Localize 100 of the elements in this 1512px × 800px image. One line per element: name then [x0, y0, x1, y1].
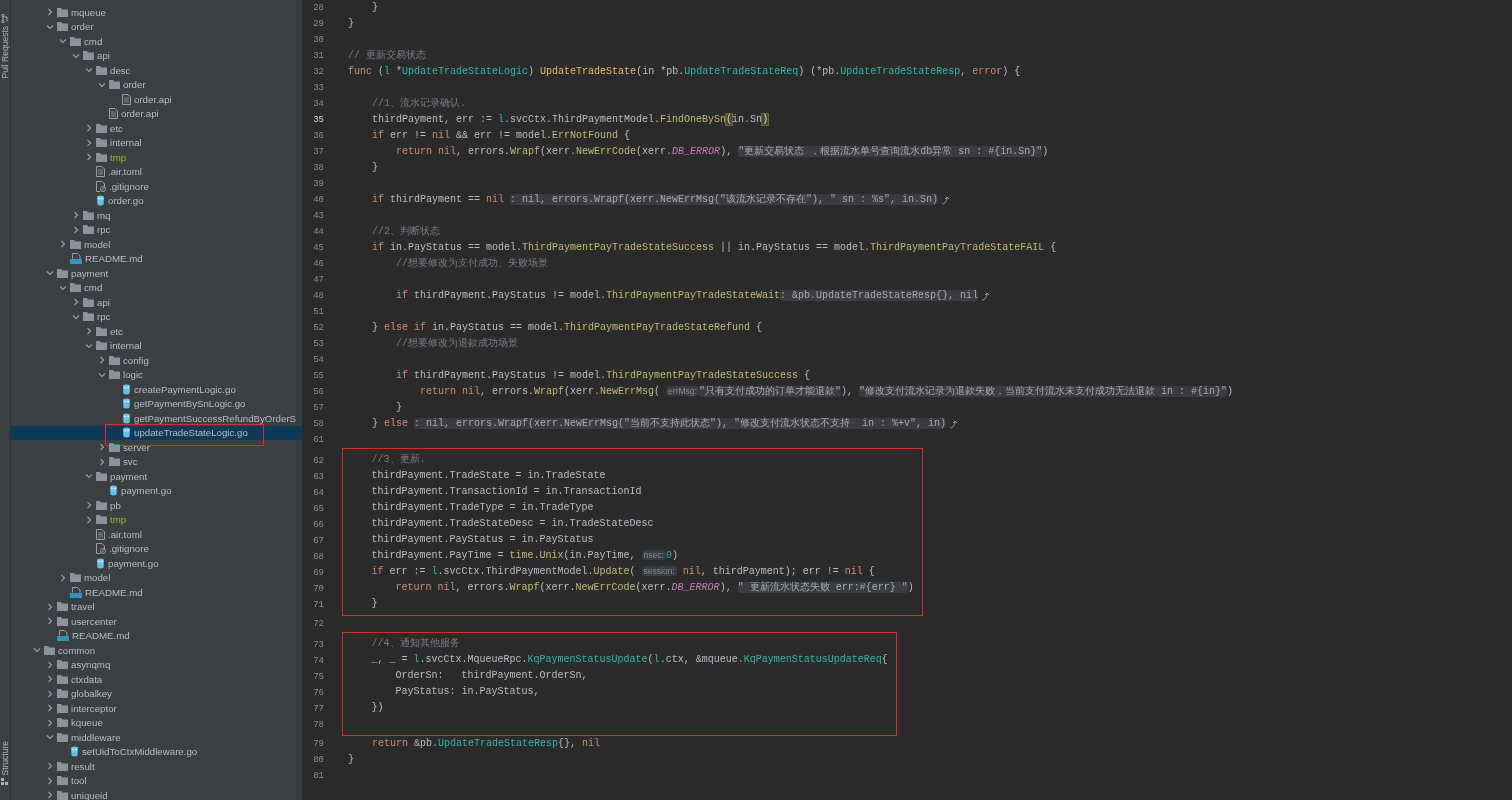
chevron-icon[interactable]: [97, 442, 107, 453]
folder-icon: [96, 341, 107, 351]
tree-item[interactable]: model: [11, 570, 302, 585]
tree-item[interactable]: .gitignore: [11, 179, 302, 194]
chevron-icon[interactable]: [84, 152, 94, 163]
folder-icon: [57, 718, 68, 728]
tree-item[interactable]: rpc: [11, 222, 302, 237]
chevron-icon[interactable]: [45, 790, 55, 800]
tree-item[interactable]: svc: [11, 454, 302, 469]
file-icon: [122, 427, 131, 439]
tool-window-tab[interactable]: Pull Requests: [0, 26, 10, 79]
tree-item[interactable]: server: [11, 440, 302, 455]
tree-item[interactable]: etc: [11, 121, 302, 136]
line-number: 30: [312, 34, 324, 47]
tree-item[interactable]: common: [11, 643, 302, 658]
chevron-icon[interactable]: [45, 717, 55, 728]
chevron-icon[interactable]: [84, 514, 94, 525]
tree-item[interactable]: .gitignore: [11, 541, 302, 556]
tree-item[interactable]: .air.toml: [11, 527, 302, 542]
tree-item[interactable]: api: [11, 295, 302, 310]
chevron-icon[interactable]: [84, 326, 94, 337]
tree-item[interactable]: model: [11, 237, 302, 252]
code-line: PayStatus: in.PayStatus,: [394, 685, 540, 699]
chevron-icon[interactable]: [71, 297, 81, 308]
tree-item[interactable]: mq: [11, 208, 302, 223]
tree-item[interactable]: payment: [11, 469, 302, 484]
chevron-icon[interactable]: [45, 674, 55, 685]
chevron-icon[interactable]: [45, 688, 55, 699]
tree-item[interactable]: README.md: [11, 251, 302, 266]
chevron-icon[interactable]: [97, 355, 107, 366]
chevron-icon[interactable]: [84, 137, 94, 148]
tree-item[interactable]: middleware: [11, 730, 302, 745]
tree-item[interactable]: getPaymentSuccessRefundByOrderS: [11, 411, 302, 426]
tree-item[interactable]: createPaymentLogic.go: [11, 382, 302, 397]
chevron-icon[interactable]: [58, 572, 68, 583]
tree-item[interactable]: order.api: [11, 106, 302, 121]
chevron-icon[interactable]: [45, 659, 55, 670]
tree-item[interactable]: uniqueid: [11, 788, 302, 800]
tree-item[interactable]: config: [11, 353, 302, 368]
tree-item[interactable]: order.go: [11, 193, 302, 208]
chevron-icon[interactable]: [84, 500, 94, 511]
chevron-icon[interactable]: [71, 210, 81, 221]
tree-item[interactable]: order: [11, 77, 302, 92]
tree-item[interactable]: globalkey: [11, 686, 302, 701]
tree-item[interactable]: internal: [11, 135, 302, 150]
folder-icon: [57, 790, 68, 800]
code-line: thirdPayment.TradeType = in.TradeType: [370, 501, 594, 515]
tree-item[interactable]: internal: [11, 338, 302, 353]
tree-item[interactable]: updateTradeStateLogic.go: [11, 425, 302, 440]
code-line: func (l *UpdateTradeStateLogic) UpdateTradeState(in *pb.UpdateTradeStateReq) (*pb.UpdateTradeStateResp, error) {: [348, 65, 1021, 79]
tree-item[interactable]: tmp: [11, 512, 302, 527]
chevron-icon[interactable]: [97, 456, 107, 467]
tree-item[interactable]: usercenter: [11, 614, 302, 629]
tree-item[interactable]: payment.go: [11, 556, 302, 571]
chevron-icon[interactable]: [71, 224, 81, 235]
line-number: 37: [312, 146, 324, 159]
chevron-icon[interactable]: [45, 7, 55, 18]
tree-item[interactable]: logic: [11, 367, 302, 382]
tree-item[interactable]: tmp: [11, 150, 302, 165]
tree-item[interactable]: README.md: [11, 585, 302, 600]
tool-window-tab[interactable]: Structure: [0, 740, 10, 775]
chevron-icon[interactable]: [84, 123, 94, 134]
tree-item[interactable]: getPaymentBySnLogic.go: [11, 396, 302, 411]
folder-icon: [57, 602, 68, 612]
code-line: if thirdPayment == nil : nil, errors.Wrapf(xerr.NewErrMsg("该流水记录不存在"), " sn : %s", in.Sn): [371, 192, 939, 207]
fold-arrow-icon[interactable]: [981, 291, 991, 301]
fold-arrow-icon[interactable]: [941, 195, 951, 205]
tree-item[interactable]: ctxdata: [11, 672, 302, 687]
tree-item[interactable]: setUidToCtxMiddleware.go: [11, 744, 302, 759]
tree-item[interactable]: cmd: [11, 280, 302, 295]
tree-item[interactable]: etc: [11, 324, 302, 339]
tree-item[interactable]: .air.toml: [11, 164, 302, 179]
tree-item[interactable]: mqueue: [11, 5, 302, 20]
chevron-icon[interactable]: [58, 239, 68, 250]
chevron-icon[interactable]: [45, 761, 55, 772]
chevron-icon[interactable]: [45, 703, 55, 714]
tree-item[interactable]: order.api: [11, 92, 302, 107]
folder-icon: [109, 355, 120, 365]
tree-item[interactable]: api: [11, 48, 302, 63]
tree-item[interactable]: pb: [11, 498, 302, 513]
fold-arrow-icon[interactable]: [949, 419, 959, 429]
line-number: 74: [312, 654, 324, 668]
tree-item[interactable]: order: [11, 19, 302, 34]
tree-item[interactable]: result: [11, 759, 302, 774]
code-line: }: [348, 17, 354, 31]
tree-item[interactable]: cmd: [11, 34, 302, 49]
chevron-icon[interactable]: [45, 775, 55, 786]
tree-item[interactable]: rpc: [11, 309, 302, 324]
tree-item[interactable]: payment.go: [11, 483, 302, 498]
tree-item[interactable]: README.md: [11, 628, 302, 643]
tree-item[interactable]: payment: [11, 266, 302, 281]
tree-item[interactable]: desc: [11, 63, 302, 78]
tree-item[interactable]: tool: [11, 773, 302, 788]
tree-item[interactable]: kqueue: [11, 715, 302, 730]
tree-item[interactable]: travel: [11, 599, 302, 614]
chevron-icon[interactable]: [45, 616, 55, 627]
tree-item[interactable]: interceptor: [11, 701, 302, 716]
folder-icon: [57, 776, 68, 786]
chevron-icon[interactable]: [45, 601, 55, 612]
tree-item[interactable]: asynqmq: [11, 657, 302, 672]
